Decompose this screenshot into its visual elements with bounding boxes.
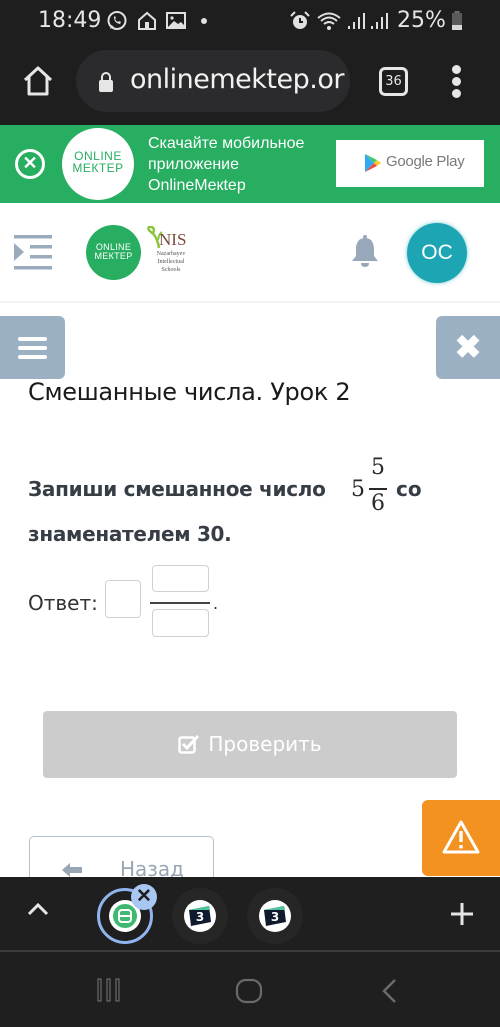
close-tab-button[interactable]: ✕	[131, 884, 157, 910]
signal-icon	[371, 13, 388, 29]
recent-apps-icon[interactable]	[96, 978, 122, 1002]
plus-icon[interactable]	[450, 902, 474, 926]
google-play-label: Google Play	[386, 153, 465, 170]
tab-3-icon: 3	[259, 900, 291, 932]
logo-line: МЕКТЕР	[94, 251, 133, 261]
system-nav-bar	[0, 952, 500, 1027]
tab-switcher-button[interactable]: 36	[379, 67, 408, 96]
mixed-numerator: 5	[371, 455, 385, 480]
battery-icon	[452, 11, 462, 30]
url-text[interactable]: onlinemektep.org	[130, 64, 345, 95]
check-button[interactable]: Проверить	[43, 711, 457, 778]
report-problem-button[interactable]	[422, 800, 500, 876]
lesson-title: Смешанные числа. Урок 2	[28, 378, 351, 406]
nis-line: Intellectual	[157, 259, 185, 265]
task-line-2: знаменателем 30.	[28, 522, 232, 546]
gallery-icon	[166, 12, 186, 29]
svg-text:3: 3	[196, 910, 204, 924]
close-lesson-button[interactable]: ✖	[436, 316, 500, 379]
promo-text-line: Скачайте мобильное	[148, 135, 305, 152]
mixed-denominator: 6	[371, 491, 385, 516]
alarm-icon	[290, 11, 310, 29]
google-play-icon	[365, 154, 381, 172]
answer-numerator-input[interactable]	[152, 565, 209, 592]
nis-line: Nazarbayev	[156, 251, 186, 257]
nis-line: Schools	[161, 267, 181, 273]
chevron-up-icon[interactable]	[27, 902, 49, 916]
browser-toolbar: onlinemektep.org 36	[0, 45, 500, 125]
onlinemektep-logo: ONLINE МЕКТЕР	[62, 128, 134, 200]
user-avatar[interactable]: OC	[407, 223, 467, 283]
lock-icon[interactable]	[97, 71, 115, 93]
site-header: ONLINE МЕКТЕР NIS Nazarbayev Intellectua…	[0, 203, 500, 303]
tab-3-icon: 3	[184, 900, 216, 932]
promo-text: Скачайте мобильное приложение OnlineMeкt…	[148, 133, 304, 196]
answer-denominator-input[interactable]	[152, 609, 209, 637]
dot-icon	[201, 18, 207, 24]
onlinemektep-logo[interactable]: ONLINE МЕКТЕР	[86, 225, 141, 280]
answer-label: Ответ:	[28, 591, 98, 615]
warning-icon	[442, 820, 480, 854]
mixed-whole: 5	[351, 477, 365, 502]
nis-logo[interactable]: NIS Nazarbayev Intellectual Schools	[145, 226, 195, 281]
home-icon[interactable]	[20, 63, 56, 99]
task-suffix: со	[396, 477, 422, 501]
checkbox-icon	[178, 734, 200, 754]
status-bar: 18:49 25%	[0, 0, 500, 45]
status-time: 18:49	[38, 8, 102, 33]
nis-title: NIS	[159, 230, 187, 249]
battery-percent: 25%	[397, 8, 446, 33]
more-vert-icon[interactable]	[448, 65, 464, 101]
tab-item[interactable]: 3	[247, 888, 303, 944]
app-promo-banner: ✕ ONLINE МЕКТЕР Скачайте мобильное прило…	[0, 125, 500, 203]
bell-icon[interactable]	[350, 235, 380, 269]
back-nav-icon[interactable]	[379, 978, 399, 1004]
lesson-menu-button[interactable]	[0, 316, 65, 379]
sidebar-toggle-icon[interactable]	[14, 235, 56, 271]
svg-text:3: 3	[271, 910, 279, 924]
promo-text-line: OnlineMeкtep	[148, 177, 246, 194]
promo-text-line: приложение	[148, 156, 240, 173]
tab-item[interactable]: 3	[172, 888, 228, 944]
google-play-button[interactable]: Google Play	[336, 140, 484, 187]
wifi-icon	[317, 12, 341, 30]
logo-line: МЕКТЕР	[72, 161, 124, 175]
task-prefix: Запиши смешанное число	[28, 477, 326, 501]
answer-fraction-bar	[150, 602, 210, 604]
answer-period: .	[213, 593, 219, 613]
nis-subtitle: Nazarbayev Intellectual Schools	[149, 250, 193, 274]
signal-icon	[348, 13, 365, 29]
tab-group-strip: 3 3	[0, 877, 500, 952]
check-label: Проверить	[208, 732, 322, 756]
answer-whole-input[interactable]	[105, 580, 141, 618]
close-banner-button[interactable]: ✕	[15, 149, 45, 179]
home-nav-icon[interactable]	[235, 978, 263, 1004]
whatsapp-icon	[107, 11, 127, 30]
fraction-bar	[369, 488, 387, 490]
home-app-icon	[138, 11, 156, 30]
